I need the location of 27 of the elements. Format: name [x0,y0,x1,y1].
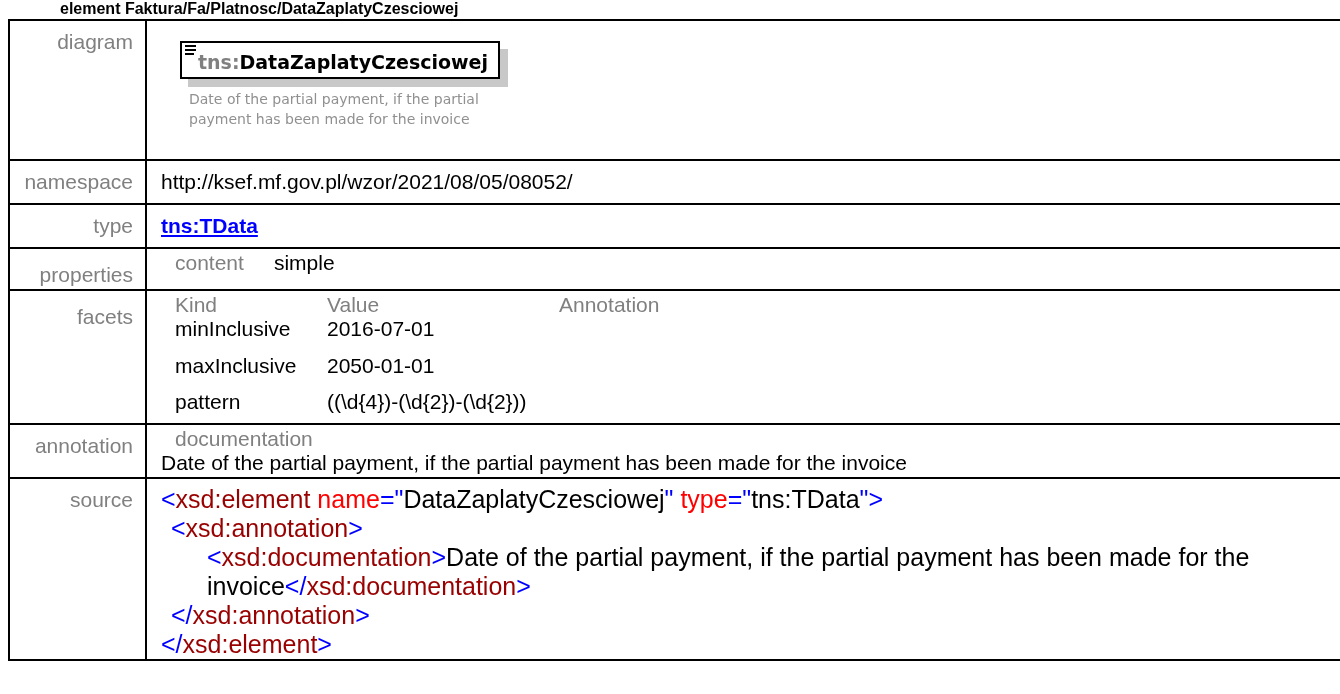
facet-kind: minInclusive [175,317,292,342]
column-header: Annotation [559,293,661,317]
lines-icon [185,45,196,55]
row-label: properties [10,249,147,289]
facet-value: ((\d{4})-(\d{2})-(\d{2})) [327,389,528,415]
element-name: tns:DataZaplatyCzesciowej [198,50,488,75]
type-link[interactable]: tns:TData [161,214,258,238]
facet-value: 2016-07-01 [327,317,436,342]
row-label: source [10,479,147,659]
column-header: Value [327,293,381,317]
property-value: simple [273,251,335,275]
row-label: type [10,205,147,247]
annotation-text: Date of the partial payment, if the partial payment has been made for the invoice [161,451,908,475]
column-header: Kind [175,293,219,317]
row-label: annotation [10,425,147,477]
annotation-heading: documentation [175,427,314,451]
facet-kind: pattern [175,389,242,415]
page-title: element Faktura/Fa/Platnosc/DataZaplatyCzesciowej [59,0,460,19]
property-key: content [175,251,244,275]
source-code: <xsd:element name="DataZaplatyCzesciowej" type="tns:TData"> <xsd:annotation> <xsd:documentation>Date of the partial payment, if the partial payment has been made for the invoice</xsd:documentation> </xsd:annotation> </xsd:element> [161,485,1251,659]
namespace-value: http://ksef.mf.gov.pl/wzor/2021/08/05/08052/ [161,169,574,194]
row-label: diagram [10,21,147,159]
facet-kind: maxInclusive [175,353,298,379]
row-label: namespace [10,161,147,203]
element-description: Date of the partial payment, if the partial payment has been made for the invoice [189,90,480,129]
facet-value: 2050-01-01 [327,353,436,379]
row-label: facets [10,291,147,423]
